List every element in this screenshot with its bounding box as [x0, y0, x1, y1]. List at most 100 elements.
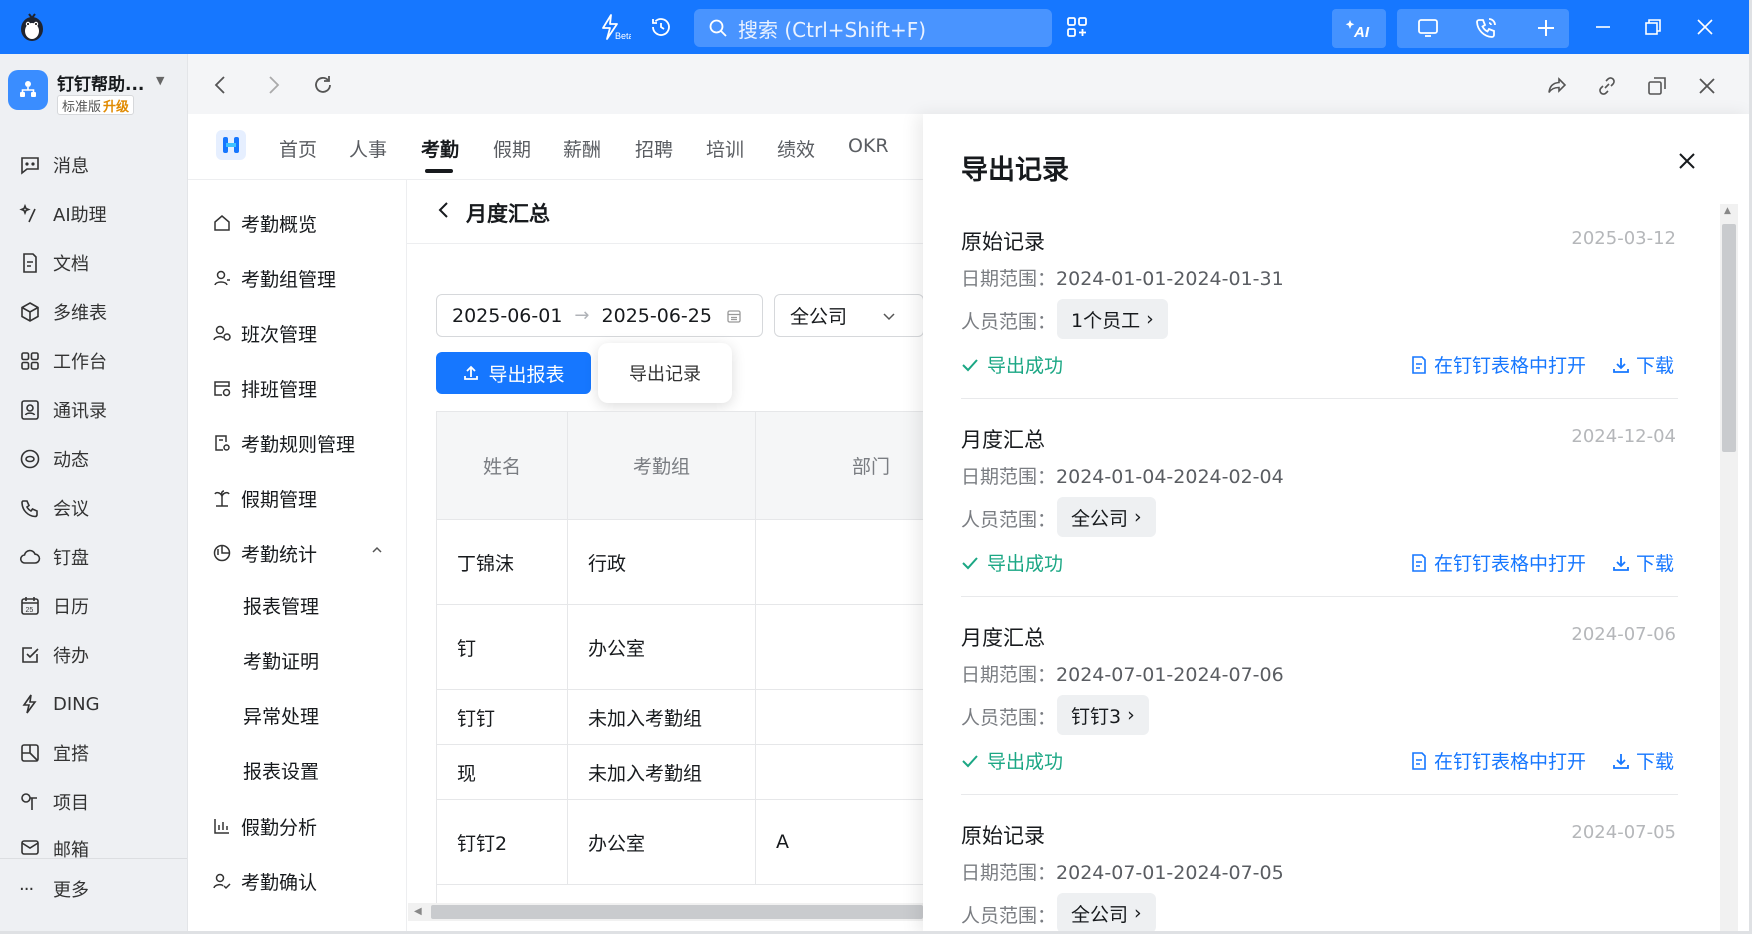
rail-item-docs[interactable]: 文档	[19, 248, 89, 278]
ai-button[interactable]: AI	[1332, 9, 1386, 48]
range-value: 2024-07-01-2024-07-06	[1056, 664, 1284, 686]
subnav-analysis[interactable]: 假勤分析	[212, 811, 317, 841]
company-select[interactable]: 全公司	[774, 294, 924, 337]
sheet-icon	[1412, 553, 1426, 572]
rail-item-ding[interactable]: DING	[19, 689, 100, 719]
search-icon	[709, 19, 727, 37]
screen-share-icon[interactable]	[1408, 10, 1448, 46]
download-label: 下载	[1636, 751, 1675, 773]
tab-performance[interactable]: 绩效	[777, 135, 815, 162]
close-page-icon[interactable]	[1696, 75, 1718, 97]
scroll-up-icon[interactable]: ▲	[1724, 206, 1731, 216]
subnav-rules[interactable]: 考勤规则管理	[212, 428, 355, 458]
tab-salary[interactable]: 薪酬	[563, 135, 601, 162]
org-logo-icon[interactable]	[8, 70, 48, 110]
rail-item-yida[interactable]: 宜搭	[19, 738, 89, 768]
tab-recruit[interactable]: 招聘	[635, 135, 673, 162]
download-link[interactable]: 下载	[1612, 549, 1674, 576]
horizontal-scroll-thumb[interactable]	[431, 905, 923, 919]
org-edition-badge[interactable]: 标准版 升级	[57, 95, 135, 115]
download-link[interactable]: 下载	[1612, 351, 1674, 378]
upgrade-link[interactable]: 升级	[103, 96, 129, 115]
vertical-scroll-thumb[interactable]	[1722, 224, 1736, 452]
rail-item-calendar[interactable]: 25 日历	[19, 591, 89, 621]
search-input[interactable]: 搜索 (Ctrl+Shift+F)	[694, 9, 1052, 47]
tab-home[interactable]: 首页	[279, 135, 317, 162]
people-scope-chip[interactable]: 1个员工 ›	[1057, 299, 1168, 339]
column-header-group[interactable]: 考勤组	[568, 412, 756, 520]
drawer-close-icon[interactable]	[1676, 150, 1698, 172]
subnav-exceptions[interactable]: 异常处理	[243, 702, 319, 729]
people-scope-chip[interactable]: 钉钉3 ›	[1057, 695, 1149, 735]
page-back-icon[interactable]	[435, 200, 453, 220]
rail-item-mail[interactable]: 邮箱	[19, 836, 89, 860]
apps-grid-icon[interactable]	[1062, 9, 1092, 45]
rail-item-messages[interactable]: 消息	[19, 150, 89, 180]
org-dropdown-icon[interactable]: ▼	[156, 74, 164, 87]
export-status: 导出成功	[961, 351, 1063, 378]
open-new-window-icon[interactable]	[1646, 75, 1668, 97]
chevron-right-icon: ›	[1134, 902, 1142, 924]
export-report-button[interactable]: 导出报表	[436, 352, 591, 394]
history-icon[interactable]	[646, 9, 676, 45]
tab-attendance[interactable]: 考勤	[421, 135, 459, 162]
people-scope-chip[interactable]: 全公司 ›	[1057, 497, 1156, 537]
open-in-sheet-link[interactable]: 在钉钉表格中打开	[1410, 549, 1586, 576]
subnav-confirm[interactable]: 考勤确认	[212, 866, 317, 896]
collapse-chevron-icon[interactable]	[370, 543, 384, 557]
rail-item-feed[interactable]: 动态	[19, 444, 89, 474]
ding-icon	[22, 694, 37, 714]
subnav-shift[interactable]: 班次管理	[212, 318, 317, 348]
subnav-report-settings[interactable]: 报表设置	[243, 757, 319, 784]
rail-more[interactable]: ··· 更多	[19, 874, 89, 904]
hr-app-logo-icon[interactable]	[216, 130, 246, 160]
share-icon[interactable]	[1546, 75, 1568, 97]
restore-window-icon[interactable]	[1638, 9, 1668, 45]
people-scope-chip[interactable]: 全公司 ›	[1057, 893, 1156, 931]
scroll-left-icon[interactable]: ◀	[414, 906, 422, 917]
rail-label: 多维表	[53, 303, 107, 324]
minimize-icon[interactable]	[1588, 9, 1618, 45]
rail-item-meeting[interactable]: 会议	[19, 493, 89, 523]
back-arrow-icon[interactable]	[210, 74, 232, 96]
rail-item-todo[interactable]: 待办	[19, 640, 89, 670]
open-in-sheet-link[interactable]: 在钉钉表格中打开	[1410, 747, 1586, 774]
subnav-scheduling[interactable]: 排班管理	[212, 373, 317, 403]
download-label: 下载	[1636, 553, 1675, 575]
rail-item-multitable[interactable]: 多维表	[19, 297, 107, 327]
forward-arrow-icon[interactable]	[262, 74, 284, 96]
dingtalk-logo-icon[interactable]	[14, 9, 50, 45]
close-window-icon[interactable]	[1690, 9, 1720, 45]
org-name[interactable]: 钉钉帮助...	[57, 70, 144, 95]
tab-leave[interactable]: 假期	[493, 135, 531, 162]
export-records-button[interactable]: 导出记录	[598, 343, 732, 403]
subnav-overview[interactable]: 考勤概览	[212, 208, 317, 238]
column-header-dept[interactable]: 部门	[756, 412, 923, 520]
column-header-name[interactable]: 姓名	[437, 412, 568, 520]
download-link[interactable]: 下载	[1612, 747, 1674, 774]
flash-beta-icon[interactable]: Beta	[594, 9, 634, 45]
tab-personnel[interactable]: 人事	[349, 135, 387, 162]
subnav-statistics[interactable]: 考勤统计	[212, 538, 317, 568]
rail-item-drive[interactable]: 钉盘	[19, 542, 89, 572]
add-icon[interactable]	[1526, 10, 1566, 46]
feed-icon	[20, 449, 40, 469]
rail-item-ai-assistant[interactable]: AI助理	[19, 199, 107, 229]
open-in-sheet-link[interactable]: 在钉钉表格中打开	[1410, 351, 1586, 378]
tab-training[interactable]: 培训	[706, 135, 744, 162]
link-icon[interactable]	[1596, 75, 1618, 97]
rail-item-workbench[interactable]: 工作台	[19, 346, 107, 376]
date-range-picker[interactable]: 2025-06-01 → 2025-06-25	[436, 294, 763, 337]
subnav-report-manage[interactable]: 报表管理	[243, 592, 319, 619]
tab-okr[interactable]: OKR	[848, 135, 889, 157]
chevron-right-icon: ›	[1127, 704, 1135, 726]
rule-document-icon	[215, 435, 230, 451]
rail-item-project[interactable]: 项目	[19, 787, 89, 817]
subnav-attendance-proof[interactable]: 考勤证明	[243, 647, 319, 674]
calendar-icon	[727, 309, 741, 323]
subnav-group[interactable]: 考勤组管理	[212, 263, 336, 293]
subnav-leave[interactable]: 假期管理	[212, 483, 317, 513]
phone-call-icon[interactable]	[1466, 10, 1506, 46]
rail-item-contacts[interactable]: 通讯录	[19, 395, 107, 425]
refresh-icon[interactable]	[312, 74, 334, 96]
